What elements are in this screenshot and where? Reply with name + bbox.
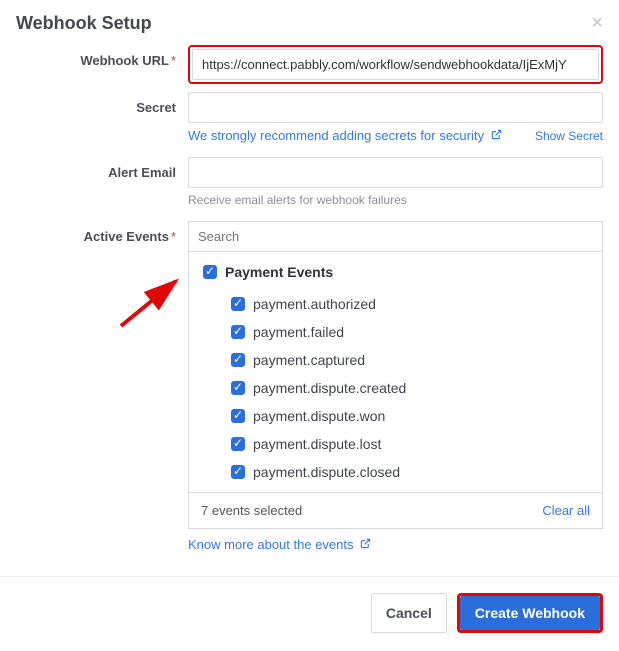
row-webhook-url: Webhook URL*: [16, 45, 603, 84]
secret-helper-link-text[interactable]: We strongly recommend adding secrets for…: [188, 128, 484, 143]
highlight-webhook-url: [188, 45, 603, 84]
secret-helper-row: We strongly recommend adding secrets for…: [188, 128, 603, 143]
know-more-link[interactable]: Know more about the events: [188, 537, 354, 552]
event-label: payment.dispute.created: [253, 380, 406, 396]
webhook-setup-modal: Webhook Setup × Webhook URL* Secret We s…: [0, 0, 619, 570]
event-item[interactable]: payment.captured: [199, 346, 592, 374]
row-alert-email: Alert Email Receive email alerts for web…: [16, 157, 603, 207]
checkbox-event[interactable]: [231, 297, 245, 311]
event-item[interactable]: payment.dispute.lost: [199, 430, 592, 458]
event-label: payment.dispute.lost: [253, 436, 381, 452]
cancel-button[interactable]: Cancel: [371, 593, 447, 633]
event-label: payment.failed: [253, 324, 344, 340]
label-webhook-url: Webhook URL*: [16, 45, 188, 68]
events-selected-summary: 7 events selected: [201, 503, 302, 518]
alert-email-input[interactable]: [188, 157, 603, 188]
checkbox-event[interactable]: [231, 437, 245, 451]
close-icon[interactable]: ×: [591, 12, 603, 35]
event-group-payment[interactable]: Payment Events: [199, 262, 592, 282]
events-list[interactable]: Payment Events payment.authorized paymen…: [189, 252, 602, 492]
external-link-icon: [360, 538, 371, 552]
events-footer: 7 events selected Clear all: [189, 492, 602, 528]
checkbox-payment-events[interactable]: [203, 265, 217, 279]
clear-all-link[interactable]: Clear all: [542, 503, 590, 518]
checkbox-event[interactable]: [231, 409, 245, 423]
row-active-events: Active Events* Payment Events: [16, 221, 603, 570]
event-group-label: Payment Events: [225, 264, 333, 280]
label-text-webhook-url: Webhook URL: [80, 53, 169, 68]
checkbox-event[interactable]: [231, 381, 245, 395]
input-col-alert-email: Receive email alerts for webhook failure…: [188, 157, 603, 207]
input-col-webhook-url: [188, 45, 603, 84]
modal-header: Webhook Setup ×: [16, 12, 603, 35]
checkbox-event[interactable]: [231, 325, 245, 339]
external-link-icon: [491, 129, 502, 143]
required-marker: *: [171, 229, 176, 244]
webhook-url-input[interactable]: [192, 49, 599, 80]
callout-arrow-icon: [116, 271, 196, 341]
input-col-secret: We strongly recommend adding secrets for…: [188, 92, 603, 143]
highlight-create-webhook: Create Webhook: [457, 593, 603, 633]
label-secret: Secret: [16, 92, 188, 115]
modal-title: Webhook Setup: [16, 13, 152, 34]
secret-helper-link[interactable]: We strongly recommend adding secrets for…: [188, 128, 502, 143]
label-active-events: Active Events*: [16, 221, 188, 244]
know-more-row: Know more about the events: [188, 537, 603, 552]
event-item[interactable]: payment.authorized: [199, 290, 592, 318]
create-webhook-button[interactable]: Create Webhook: [460, 596, 600, 630]
events-box: Payment Events payment.authorized paymen…: [188, 221, 603, 529]
show-secret-link[interactable]: Show Secret: [535, 129, 603, 143]
event-label: payment.dispute.won: [253, 408, 385, 424]
row-secret: Secret We strongly recommend adding secr…: [16, 92, 603, 143]
required-marker: *: [171, 53, 176, 68]
event-label: payment.authorized: [253, 296, 376, 312]
events-search-input[interactable]: [189, 222, 602, 252]
event-item[interactable]: payment.dispute.created: [199, 374, 592, 402]
secret-input[interactable]: [188, 92, 603, 123]
input-col-active-events: Payment Events payment.authorized paymen…: [188, 221, 603, 570]
event-item[interactable]: payment.failed: [199, 318, 592, 346]
label-alert-email: Alert Email: [16, 157, 188, 180]
label-text-active-events: Active Events: [84, 229, 169, 244]
alert-email-helper: Receive email alerts for webhook failure…: [188, 193, 603, 207]
checkbox-event[interactable]: [231, 353, 245, 367]
event-item[interactable]: payment.dispute.closed: [199, 458, 592, 486]
event-label: payment.captured: [253, 352, 365, 368]
event-label: payment.dispute.closed: [253, 464, 400, 480]
checkbox-event[interactable]: [231, 465, 245, 479]
event-item[interactable]: payment.dispute.won: [199, 402, 592, 430]
modal-footer: Cancel Create Webhook: [0, 576, 619, 649]
